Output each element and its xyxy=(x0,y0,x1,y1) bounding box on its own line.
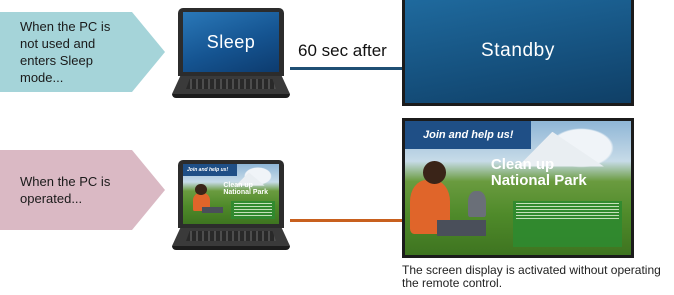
hiker-head xyxy=(423,161,446,184)
laptop-poster-banner-text: Join and help us! xyxy=(187,167,229,173)
operated-callout-text: When the PC is operated... xyxy=(20,174,111,206)
sleep-laptop-keyboard xyxy=(186,79,276,89)
laptop-poster-banner: Join and help us! xyxy=(183,164,237,176)
display-poster-banner: Join and help us! xyxy=(405,121,532,149)
standby-connector-line xyxy=(290,67,402,70)
display-poster-title-line1: Clean up xyxy=(490,156,555,174)
sleep-laptop: Sleep xyxy=(172,8,290,104)
delay-label: 60 sec after xyxy=(296,41,389,61)
display-poster-image: Join and help us! Clean up National Park xyxy=(405,121,631,255)
laptop-poster-textbox xyxy=(231,201,276,220)
sleep-mode-callout: When the PC is not used and enters Sleep… xyxy=(0,12,165,92)
active-display: Join and help us! Clean up National Park xyxy=(402,118,634,258)
sleep-laptop-lip xyxy=(172,94,290,98)
operated-callout: When the PC is operated... xyxy=(0,150,165,230)
laptop-poster-image: Join and help us! Clean up National Park xyxy=(183,164,279,224)
operated-laptop-screen: Join and help us! Clean up National Park xyxy=(183,164,279,224)
operated-laptop: Join and help us! Clean up National Park xyxy=(172,160,290,256)
sleep-laptop-lid: Sleep xyxy=(178,8,284,76)
laptop-poster-title-line1: Clean up xyxy=(223,182,253,189)
display-poster-title-line2: National Park xyxy=(490,171,587,189)
standby-display: Standby xyxy=(402,0,634,106)
operated-laptop-lip xyxy=(172,246,290,250)
hiker-legs xyxy=(202,207,224,214)
standby-display-screen: Standby xyxy=(405,0,631,103)
display-poster-banner-text: Join and help us! xyxy=(423,129,514,141)
laptop-poster-title: Clean up National Park xyxy=(223,182,268,197)
display-poster-title: Clean up National Park xyxy=(491,157,587,189)
activation-caption: The screen display is activated without … xyxy=(402,263,661,290)
standby-label: Standby xyxy=(481,40,555,61)
sleep-label: Sleep xyxy=(206,31,256,52)
second-hiker-figure xyxy=(468,190,487,218)
operated-laptop-keyboard xyxy=(186,231,276,241)
hiker-legs xyxy=(436,220,487,237)
laptop-poster-title-line2: National Park xyxy=(223,189,269,197)
sleep-laptop-screen: Sleep xyxy=(183,12,279,72)
activation-connector-line xyxy=(290,219,402,222)
display-poster-textbox xyxy=(513,201,622,247)
operated-laptop-lid: Join and help us! Clean up National Park xyxy=(178,160,284,228)
sleep-mode-callout-text: When the PC is not used and enters Sleep… xyxy=(20,19,111,85)
